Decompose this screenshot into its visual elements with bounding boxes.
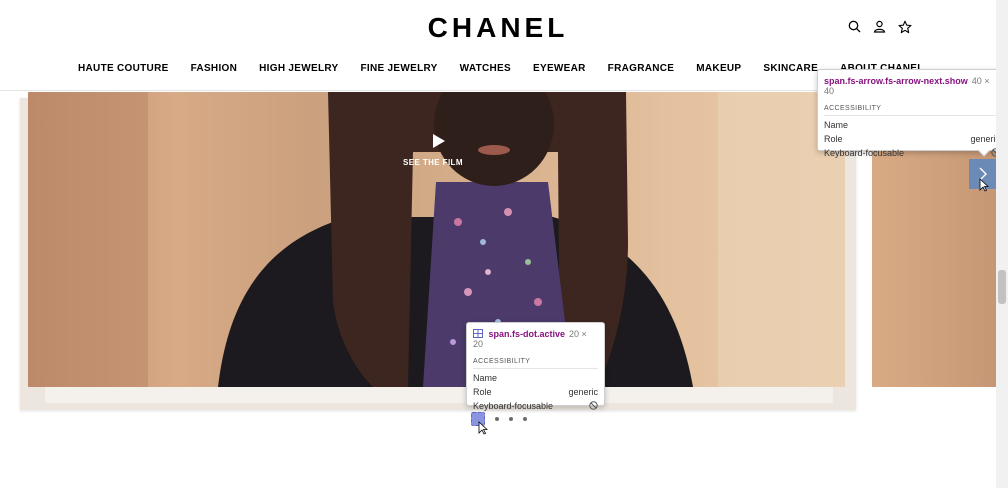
inspector-tooltip-dot: span.fs-dot.active 20 × 20 ACCESSIBILITY … [466,322,605,411]
wishlist-icon[interactable] [897,19,912,34]
nav-item-skincare[interactable]: SKINCARE [763,63,818,77]
search-icon[interactable] [847,19,862,34]
tooltip-name-label: Name [824,120,849,130]
header-icons [847,19,912,34]
tooltip-role-label: Role [473,387,492,397]
tooltip-role-value: generic [568,387,598,397]
tooltip-selector: span.fs-arrow.fs-arrow-next.show [824,76,968,86]
nav-item-eyewear[interactable]: EYEWEAR [533,63,586,77]
scrollbar-thumb[interactable] [998,270,1006,304]
nav-item-fashion[interactable]: FASHION [191,63,238,77]
tooltip-focusable-label: Keyboard-focusable [824,148,905,158]
tooltip-section: ACCESSIBILITY [824,105,882,112]
nav-item-fine-jewelry[interactable]: FINE JEWELRY [361,63,438,77]
nav-item-haute-couture[interactable]: HAUTE COUTURE [78,63,169,77]
nav-item-watches[interactable]: WATCHES [460,63,511,77]
tooltip-focusable-label: Keyboard-focusable [473,401,554,411]
tooltip-role-label: Role [824,134,843,144]
mouse-cursor-icon [979,178,989,192]
nav-item-high-jewelry[interactable]: HIGH JEWELRY [259,63,338,77]
nav-item-makeup[interactable]: MAKEUP [696,63,741,77]
tooltip-section: ACCESSIBILITY [473,358,531,365]
play-icon[interactable] [432,133,446,149]
page: CHANEL HAUTE COUTURE FASHION HIGH JEWELR… [0,0,1008,488]
account-icon[interactable] [872,19,887,34]
inspector-tooltip-arrow: span.fs-arrow.fs-arrow-next.show 40 × 40 … [817,69,1007,158]
nav-item-fragrance[interactable]: FRAGRANCE [608,63,675,77]
page-scrollbar[interactable] [996,0,1008,488]
see-the-film-link[interactable]: SEE THE FILM [403,158,463,167]
tooltip-name-label: Name [473,373,498,383]
mouse-cursor-icon [478,421,488,435]
tooltip-selector: span.fs-dot.active [488,329,566,339]
carousel-dot[interactable] [509,417,513,421]
slide-backdrop-strip [45,385,833,403]
not-allowed-icon [589,401,598,410]
grid-icon [473,329,483,338]
carousel-dot[interactable] [495,417,499,421]
carousel-dot[interactable] [523,417,527,421]
